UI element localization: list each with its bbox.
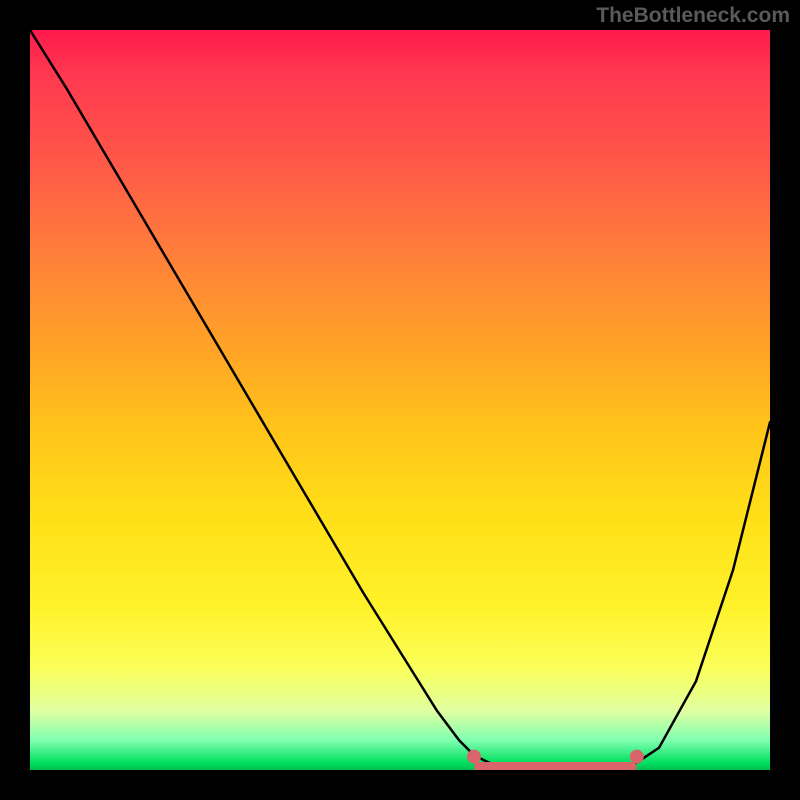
range-marker-right xyxy=(630,750,644,764)
optimal-range-bar xyxy=(474,762,637,770)
watermark-text: TheBottleneck.com xyxy=(596,4,790,28)
curve-svg xyxy=(30,30,770,770)
chart-plot-area xyxy=(30,30,770,770)
bottleneck-curve xyxy=(30,30,770,770)
range-marker-left xyxy=(467,750,481,764)
